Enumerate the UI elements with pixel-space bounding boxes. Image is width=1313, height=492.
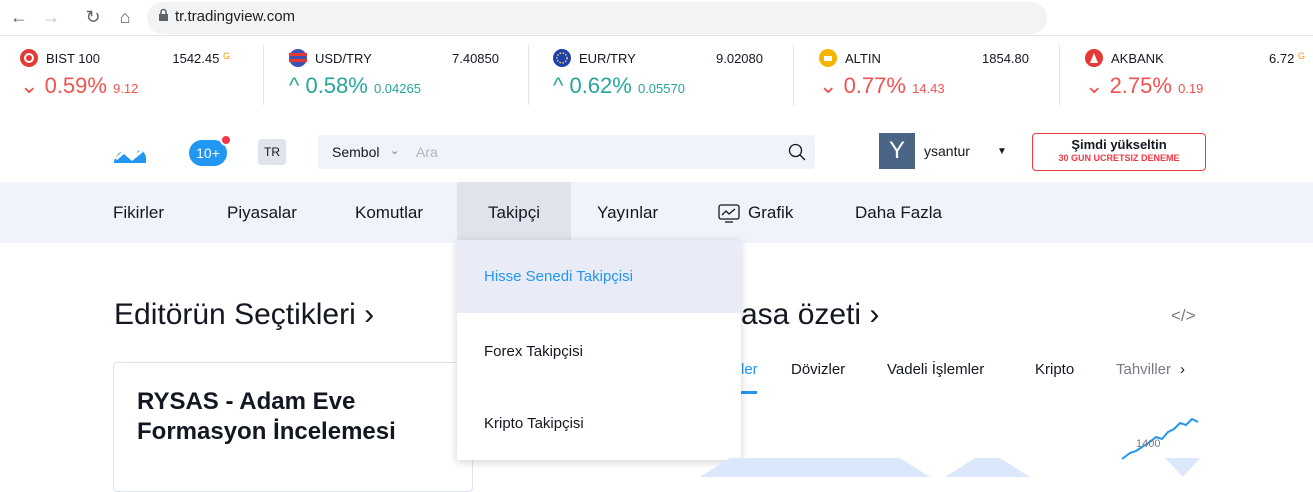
nav-item-label: Grafik	[748, 203, 794, 222]
tab-dovizler[interactable]: Dövizler	[791, 361, 845, 378]
ticker-change: ⌄ 2.75% 0.19	[1085, 73, 1204, 98]
nav-item-daha-fazla[interactable]: Daha Fazla	[855, 182, 942, 243]
language-button[interactable]: TR	[258, 139, 286, 165]
ticker-value: 1854.80	[982, 51, 1029, 66]
lock-icon	[159, 8, 168, 21]
search-box: Sembol ⌄	[318, 135, 815, 169]
idea-card-title[interactable]: RYSAS - Adam Eve Formasyon İncelemesi	[137, 387, 467, 447]
ticker-name: ALTIN	[845, 51, 881, 66]
us-flag-icon	[289, 49, 307, 67]
notification-dot	[220, 134, 232, 146]
search-icon[interactable]	[788, 143, 806, 161]
takipci-dropdown: Hisse Senedi Takipçisi Forex Takipçisi K…	[457, 240, 741, 460]
market-summary-heading[interactable]: asa özeti ›	[741, 298, 879, 332]
bist-logo-icon	[20, 49, 38, 67]
ticker-usdtry[interactable]: USD/TRY 7.40850 ^ 0.58% 0.04265	[289, 45, 529, 115]
ticker-value: 9.02080	[716, 51, 763, 66]
chevron-down-icon: ⌄	[20, 73, 39, 98]
chevron-down-icon: ⌄	[1085, 73, 1104, 98]
forward-arrow-icon[interactable]: →	[40, 6, 62, 28]
upgrade-button[interactable]: Şimdi yükseltin 30 GUN UCRETSIZ DENEME	[1032, 133, 1206, 171]
ticker-name: BIST 100	[46, 51, 100, 66]
ticker-change: ⌄ 0.77% 14.43	[819, 73, 945, 98]
chart-axis-label: 1400	[1136, 438, 1160, 450]
tab-vadeli-islemler[interactable]: Vadeli İşlemler	[887, 361, 984, 378]
nav-item-fikirler[interactable]: Fikirler	[113, 182, 164, 243]
nav-item-piyasalar[interactable]: Piyasalar	[227, 182, 297, 243]
ticker-value: 6.72 G	[1269, 51, 1305, 66]
ticker-change: ⌄ 0.59% 9.12	[20, 73, 139, 98]
chevron-down-icon[interactable]: ⌄	[390, 144, 399, 157]
ticker-value: 7.40850	[452, 51, 499, 66]
upgrade-label: Şimdi yükseltin	[1071, 137, 1167, 152]
dropdown-item-forex[interactable]: Forex Takipçisi	[457, 315, 741, 388]
reload-icon[interactable]: ↻	[82, 6, 104, 28]
tab-kripto[interactable]: Kripto	[1035, 361, 1074, 378]
username[interactable]: ysantur	[924, 143, 970, 159]
browser-toolbar: ← → ↻ ⌂ tr.tradingview.com	[0, 0, 1313, 36]
eu-flag-icon	[553, 49, 571, 67]
caret-down-icon[interactable]: ▼	[997, 146, 1007, 157]
ticker-divider	[1059, 45, 1060, 105]
ticker-change: ^ 0.62% 0.05570	[553, 73, 685, 98]
active-tab-underline	[741, 391, 757, 394]
tradingview-logo-icon[interactable]	[112, 143, 148, 165]
gold-icon	[819, 49, 837, 67]
ticker-divider	[793, 45, 794, 105]
home-icon[interactable]: ⌂	[114, 6, 136, 28]
ticker-divider	[263, 45, 264, 105]
back-arrow-icon[interactable]: ←	[8, 6, 30, 28]
embed-code-icon[interactable]: </>	[1171, 306, 1196, 326]
site-header: 10+ TR Sembol ⌄ Y ysantur ▼ Şimdi yüksel…	[0, 125, 1313, 181]
dropdown-item-hisse[interactable]: Hisse Senedi Takipçisi	[457, 240, 741, 313]
symbol-type-select[interactable]: Sembol	[332, 144, 379, 160]
akbank-logo-icon	[1085, 49, 1103, 67]
tab-tahviller[interactable]: Tahviller	[1116, 361, 1171, 378]
nav-item-takipci[interactable]: Takipçi	[457, 182, 571, 243]
nav-item-grafik[interactable]: Grafik	[718, 182, 793, 243]
chevron-down-icon: ⌄	[819, 73, 838, 98]
chart-icon	[718, 203, 740, 223]
chevron-up-icon: ^	[553, 73, 564, 98]
nav-item-komutlar[interactable]: Komutlar	[355, 182, 423, 243]
tab-hisseler[interactable]: ler	[741, 361, 758, 378]
ticker-name: AKBANK	[1111, 51, 1164, 66]
chevron-up-icon: ^	[289, 73, 300, 98]
nav-item-yayinlar[interactable]: Yayınlar	[597, 182, 658, 243]
chevron-right-icon[interactable]: ›	[1180, 361, 1185, 378]
ticker-name: EUR/TRY	[579, 51, 636, 66]
dropdown-item-kripto[interactable]: Kripto Takipçisi	[457, 387, 741, 460]
ticker-divider	[528, 45, 529, 105]
search-input[interactable]	[416, 140, 756, 164]
ticker-altin[interactable]: ALTIN 1854.80 ⌄ 0.77% 14.43	[819, 45, 1059, 115]
editors-picks-heading[interactable]: Editörün Seçtikleri ›	[114, 298, 374, 332]
url-text[interactable]: tr.tradingview.com	[175, 8, 295, 25]
ticker-tape: BIST 100 1542.45 G ⌄ 0.59% 9.12 USD/TRY …	[0, 45, 1313, 115]
ticker-akbank[interactable]: AKBANK 6.72 G ⌄ 2.75% 0.19	[1085, 45, 1313, 115]
upgrade-sublabel: 30 GUN UCRETSIZ DENEME	[1058, 153, 1180, 163]
mini-chart: 1400	[1121, 417, 1199, 460]
ticker-bist100[interactable]: BIST 100 1542.45 G ⌄ 0.59% 9.12	[20, 45, 260, 115]
ticker-value: 1542.45 G	[172, 51, 230, 66]
ticker-name: USD/TRY	[315, 51, 372, 66]
ticker-change: ^ 0.58% 0.04265	[289, 73, 421, 98]
avatar[interactable]: Y	[879, 133, 915, 169]
decorative-shapes	[700, 458, 1200, 477]
main-nav: Fikirler Piyasalar Komutlar Takipçi Yayı…	[0, 182, 1313, 243]
ticker-eurtry[interactable]: EUR/TRY 9.02080 ^ 0.62% 0.05570	[553, 45, 793, 115]
